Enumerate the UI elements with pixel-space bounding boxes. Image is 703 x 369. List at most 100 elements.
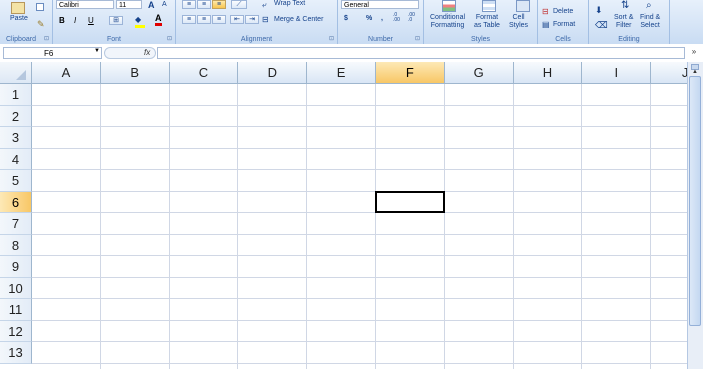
delete-icon[interactable]: ⊟ (542, 7, 549, 16)
alignment-launcher-icon[interactable]: ⊡ (329, 35, 334, 42)
clear-icon[interactable]: ⌫ (595, 20, 608, 31)
align-center-icon[interactable]: ≡ (197, 15, 211, 24)
cell-styles-button[interactable]: Cell Styles (509, 14, 528, 30)
font-launcher-icon[interactable]: ⊡ (167, 35, 172, 42)
underline-button[interactable]: U (88, 16, 94, 25)
find-select-line1: Find & (640, 14, 661, 21)
conditional-formatting-line1: Conditional (430, 14, 466, 21)
paste-button[interactable]: Paste (10, 15, 28, 22)
align-left-icon[interactable]: ≡ (182, 15, 196, 24)
gridline (32, 341, 687, 342)
select-all-corner[interactable] (0, 62, 32, 84)
column-header-i[interactable]: I (582, 62, 652, 84)
copy-icon[interactable] (36, 3, 44, 11)
decrease-decimal-button[interactable]: .00 .0 (408, 13, 420, 23)
format-button[interactable]: Format (553, 21, 575, 28)
currency-button[interactable]: $ (344, 15, 348, 22)
number-launcher-icon[interactable]: ⊡ (415, 35, 420, 42)
row-header-9[interactable]: 9 (0, 256, 32, 278)
increase-indent-icon[interactable]: ⇥ (245, 15, 259, 24)
row-header-3[interactable]: 3 (0, 127, 32, 149)
row-header-12[interactable]: 12 (0, 320, 32, 342)
align-bottom-icon[interactable]: ≡ (212, 0, 226, 9)
merge-center-icon[interactable]: ⊟ (262, 15, 269, 24)
row-header-5[interactable]: 5 (0, 170, 32, 192)
borders-icon[interactable]: ⊞ (109, 16, 123, 25)
wrap-text-icon[interactable]: ⤶ (262, 0, 266, 10)
alignment-group-label: Alignment (240, 36, 273, 43)
paste-icon[interactable] (11, 2, 25, 14)
insert-function-icon[interactable]: fx (144, 48, 150, 57)
column-header-b[interactable]: B (100, 62, 170, 84)
number-group-label: Number (368, 36, 393, 43)
clipboard-launcher-icon[interactable]: ⊡ (44, 35, 49, 42)
formula-input[interactable] (157, 47, 685, 59)
column-header-a[interactable]: A (32, 62, 101, 84)
column-header-h[interactable]: H (513, 62, 583, 84)
sort-filter-icon[interactable]: ⇅ (621, 0, 629, 11)
row-header-1[interactable]: 1 (0, 84, 32, 106)
gridline (32, 276, 687, 278)
cells-group: ⊟ Delete ▤ Format Cells (538, 0, 589, 44)
find-select-icon[interactable]: ⌕ (646, 0, 652, 11)
find-select-button[interactable]: Find & Select (640, 14, 660, 30)
row-header-6[interactable]: 6 (0, 191, 32, 213)
row-header-13[interactable]: 13 (0, 342, 32, 364)
row-header-4[interactable]: 4 (0, 148, 32, 170)
column-header-e[interactable]: E (307, 62, 376, 84)
expand-formula-bar-icon[interactable]: » (688, 47, 700, 59)
vertical-scrollbar[interactable]: ▲ (687, 62, 703, 369)
conditional-formatting-button[interactable]: Conditional Formatting (430, 14, 465, 30)
active-cell-cursor[interactable] (375, 190, 445, 213)
bold-button[interactable]: B (59, 16, 65, 25)
column-header-d[interactable]: D (238, 62, 308, 84)
fill-icon[interactable]: ⬇ (595, 5, 603, 16)
wrap-text-button[interactable]: Wrap Text (274, 0, 305, 7)
cell-styles-line2: Styles (509, 22, 529, 29)
gridline (32, 147, 687, 149)
format-as-table-icon[interactable] (482, 0, 496, 12)
gridline (32, 233, 687, 235)
conditional-formatting-icon[interactable] (442, 0, 456, 12)
row-header-8[interactable]: 8 (0, 234, 32, 256)
font-name-select[interactable]: Calibri (56, 0, 114, 9)
delete-button[interactable]: Delete (553, 8, 573, 15)
orientation-icon[interactable]: ⟋ (231, 0, 247, 9)
number-format-select[interactable]: General (341, 0, 419, 9)
format-as-table-button[interactable]: Format as Table (474, 14, 500, 30)
clipboard-group: Paste ✎ Clipboard ⊡ (0, 0, 53, 44)
decrease-indent-icon[interactable]: ⇤ (230, 15, 244, 24)
align-right-icon[interactable]: ≡ (212, 15, 226, 24)
worksheet-grid[interactable]: A B C D E F G H I J 1 2 3 4 5 6 7 8 9 10 11 12 13 (0, 62, 703, 369)
column-header-g[interactable]: G (444, 62, 514, 84)
comma-button[interactable]: , (381, 15, 383, 22)
editing-group-label: Editing (618, 36, 640, 43)
column-header-f[interactable]: F (376, 62, 445, 84)
shrink-font-button[interactable]: A (162, 1, 167, 8)
cell-styles-icon[interactable] (516, 0, 530, 12)
align-top-icon[interactable]: ≡ (182, 0, 196, 9)
format-painter-icon[interactable]: ✎ (37, 19, 45, 30)
sort-filter-button[interactable]: Sort & Filter (614, 14, 633, 30)
row-header-11[interactable]: 11 (0, 299, 32, 321)
italic-button[interactable]: I (74, 16, 76, 25)
row-header-2[interactable]: 2 (0, 105, 32, 127)
format-cells-icon[interactable]: ▤ (542, 20, 550, 29)
merge-center-button[interactable]: Merge & Center (274, 16, 323, 23)
scroll-up-arrow-icon[interactable]: ▲ (692, 69, 698, 75)
percent-button[interactable]: % (366, 15, 372, 22)
gridline (32, 362, 687, 364)
scroll-thumb[interactable] (689, 76, 701, 326)
align-middle-icon[interactable]: ≡ (197, 0, 211, 9)
name-box[interactable]: F6 (3, 47, 102, 59)
row-header-7[interactable]: 7 (0, 213, 32, 235)
font-color-button[interactable]: A (155, 14, 162, 26)
row-header-10[interactable]: 10 (0, 277, 32, 299)
font-size-select[interactable]: 11 (116, 0, 142, 9)
column-header-c[interactable]: C (169, 62, 239, 84)
name-box-dropdown-icon[interactable]: ▼ (94, 48, 100, 54)
format-as-table-line1: Format (475, 14, 499, 21)
grow-font-button[interactable]: A (148, 0, 155, 10)
increase-decimal-button[interactable]: .0 .00 (393, 13, 405, 23)
fill-color-icon[interactable]: ◆ (135, 16, 145, 28)
